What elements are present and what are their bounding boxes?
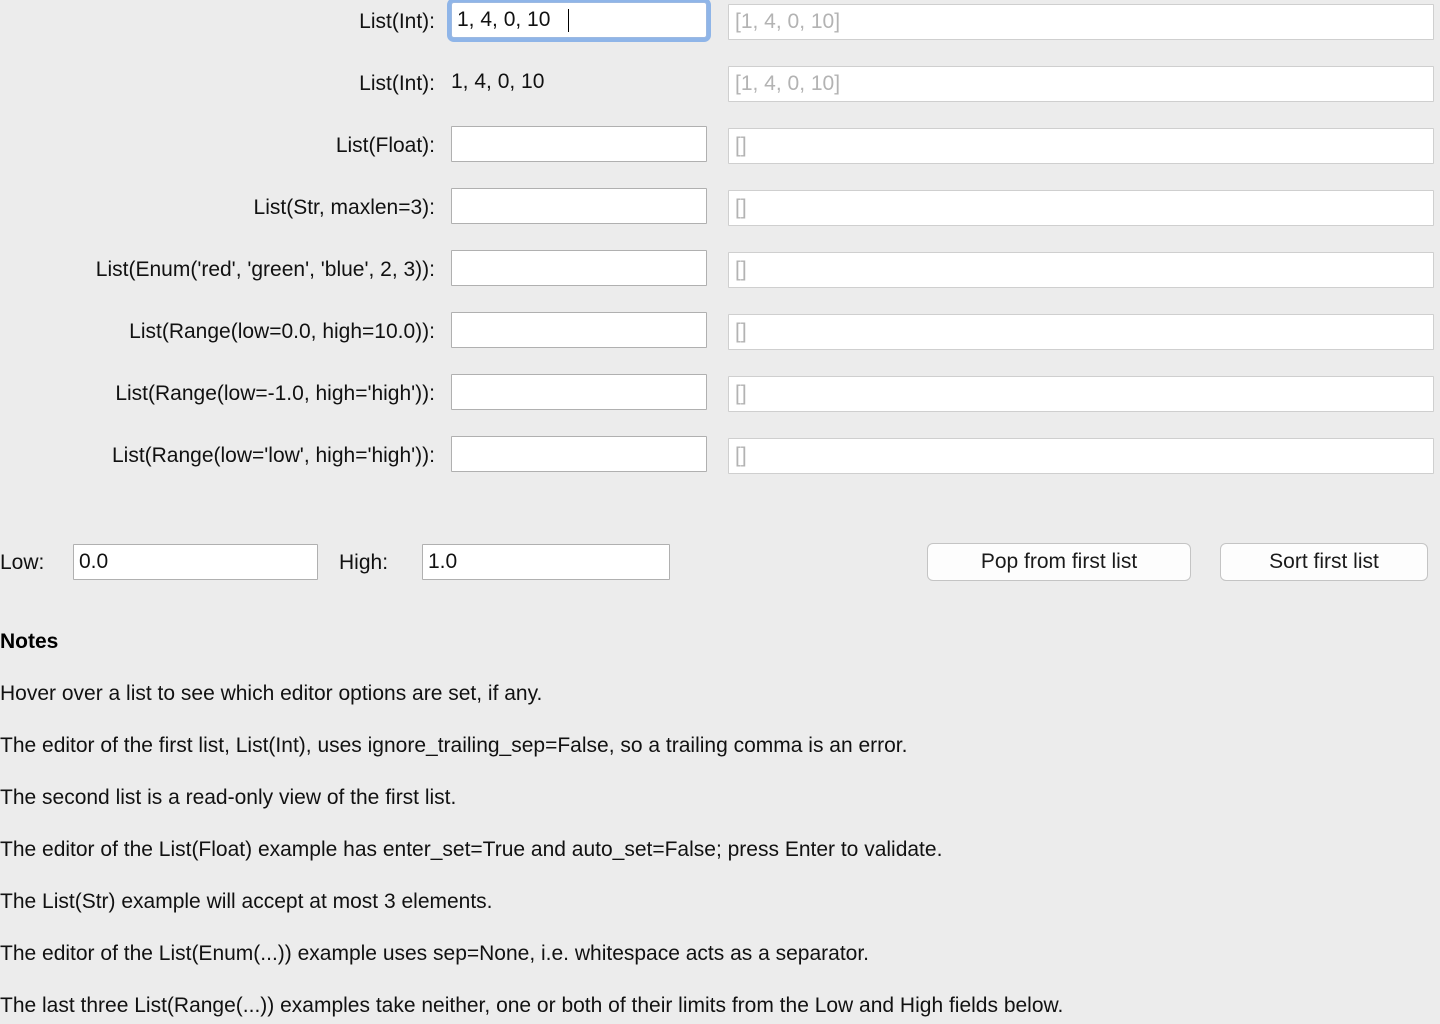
list-row: List(Enum('red', 'green', 'blue', 2, 3))… (0, 248, 1440, 310)
list-rows-container: List(Int): [1, 4, 0, 10] List(Int): 1, 4, 0… (0, 0, 1440, 496)
limits-row: Low: High: Pop from first list Sort firs… (0, 543, 1440, 583)
note-line: The editor of the first list, List(Int),… (0, 734, 908, 757)
note-line: The editor of the List(Enum(...)) exampl… (0, 942, 870, 965)
note-line: The editor of the List(Float) example ha… (0, 838, 943, 861)
list-row: List(Str, maxlen=3): [] (0, 186, 1440, 248)
list-editor-input[interactable] (451, 250, 707, 286)
list-editor-input[interactable] (451, 2, 707, 38)
list-editor-demo-window: List(Int): [1, 4, 0, 10] List(Int): 1, 4, 0… (0, 0, 1440, 1024)
list-readonly-field: [] (728, 314, 1434, 350)
list-row-label: List(Str, maxlen=3): (253, 196, 435, 219)
text-caret (568, 9, 570, 32)
low-input[interactable] (73, 544, 318, 580)
list-readonly-field: [] (728, 128, 1434, 164)
list-editor-input[interactable] (451, 312, 707, 348)
note-line: The second list is a read-only view of t… (0, 786, 457, 809)
list-row-label: List(Int): (359, 72, 435, 95)
list-readonly-field: [] (728, 438, 1434, 474)
list-row: List(Int): [1, 4, 0, 10] (0, 0, 1440, 62)
list-readonly-field: [] (728, 190, 1434, 226)
list-row: List(Int): 1, 4, 0, 10 [1, 4, 0, 10] (0, 62, 1440, 124)
note-line: The last three List(Range(...)) examples… (0, 994, 1064, 1017)
list-editor-input[interactable] (451, 436, 707, 472)
list-editor-readonly-text: 1, 4, 0, 10 (451, 70, 545, 93)
list-editor-input[interactable] (451, 188, 707, 224)
high-input[interactable] (422, 544, 670, 580)
list-row: List(Range(low='low', high='high')): [] (0, 434, 1440, 496)
list-readonly-field: [1, 4, 0, 10] (728, 66, 1434, 102)
sort-first-list-button[interactable]: Sort first list (1220, 543, 1428, 581)
list-row: List(Range(low=0.0, high=10.0)): [] (0, 310, 1440, 372)
notes-title: Notes (0, 630, 59, 653)
note-line: The List(Str) example will accept at mos… (0, 890, 493, 913)
list-row-label: List(Float): (335, 134, 435, 157)
list-row-label: List(Int): (359, 10, 435, 33)
list-row-label: List(Range(low='low', high='high')): (111, 444, 435, 467)
list-row: List(Range(low=-1.0, high='high')): [] (0, 372, 1440, 434)
list-readonly-field: [] (728, 252, 1434, 288)
list-editor-input[interactable] (451, 126, 707, 162)
list-row-label: List(Enum('red', 'green', 'blue', 2, 3))… (95, 258, 435, 281)
pop-from-first-list-button[interactable]: Pop from first list (927, 543, 1191, 581)
list-readonly-field: [1, 4, 0, 10] (728, 4, 1434, 40)
list-readonly-field: [] (728, 376, 1434, 412)
low-label: Low: (0, 551, 45, 574)
note-line: Hover over a list to see which editor op… (0, 682, 543, 705)
list-row-label: List(Range(low=0.0, high=10.0)): (129, 320, 435, 343)
list-row-label: List(Range(low=-1.0, high='high')): (115, 382, 435, 405)
list-row: List(Float): [] (0, 124, 1440, 186)
high-label: High: (339, 551, 389, 574)
list-editor-input[interactable] (451, 374, 707, 410)
